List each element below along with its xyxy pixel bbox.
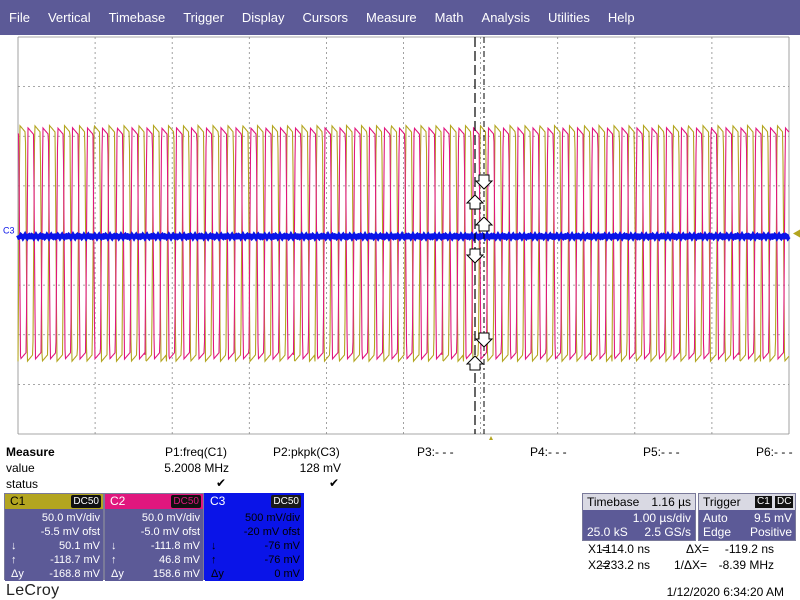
x2-value: -233.2 ns [599,558,650,572]
offset: -20 mV ofst [243,526,300,538]
cursor-up-icon: ↑ [111,554,117,566]
trigger-level-marker-icon[interactable] [793,229,800,238]
dx-label: ΔX= [686,542,710,556]
channel-c1-descriptor[interactable]: C1 DC50 50.0 mV/div -5.5 mV ofst ↓ 50.1 m… [4,493,104,581]
trigger-slope: Positive [749,525,792,539]
param-p1-value: 5.2008 MHz [164,461,229,475]
offset: -5.5 mV ofst [40,526,100,538]
cursor-arrow-down-icon[interactable] [474,174,494,190]
menu-timebase[interactable]: Timebase [109,10,166,25]
offset: -5.0 mV ofst [140,526,200,538]
menu-help[interactable]: Help [608,10,635,25]
cursor-down-icon: ↓ [111,540,117,552]
trigger-source-badge: C1 [755,496,772,508]
menu-vertical[interactable]: Vertical [48,10,91,25]
param-p1-name[interactable]: P1:freq(C1) [165,445,227,459]
channel-name: C1 [10,494,26,508]
coupling-badge: DC50 [71,495,101,508]
cursor-up-value: -118.7 mV [50,554,100,566]
timebase-tdiv: 1.00 µs/div [632,511,691,525]
cursor-up-icon: ↑ [211,554,217,566]
volts-per-div: 50.0 mV/div [41,512,100,524]
param-p1-status-icon: ✔ [216,476,227,490]
c3-trace [16,230,791,242]
trigger-descriptor[interactable]: Trigger C1 DC Auto 9.5 mV Edge Positive [698,493,796,541]
timebase-delay: 1.16 µs [651,495,691,509]
delta-y-label: Δy [111,568,124,580]
trigger-mode: Auto [703,511,728,525]
trigger-level: 9.5 mV [753,511,792,525]
inverse-dx-value: -8.39 MHz [718,558,774,572]
channel-c2-descriptor[interactable]: C2 DC50 50.0 mV/div -5.0 mV ofst ↓ -111.8… [104,493,204,581]
cursor-readout: X1= -114.0 ns ΔX= -119.2 ns X2= -233.2 n… [582,542,800,576]
coupling-badge: DC50 [271,495,301,508]
dx-value: -119.2 ns [724,542,774,556]
param-p2-value: 128 mV [299,461,341,475]
coupling-badge: DC50 [171,495,201,508]
channel-c3-descriptor[interactable]: C3 DC50 500 mV/div -20 mV ofst ↓ -76 mV ↑… [204,493,304,581]
menu-measure[interactable]: Measure [366,10,417,25]
waveform-grid[interactable]: C3 [0,35,800,440]
delta-y-value: -168.8 mV [49,568,100,580]
trigger-coupling-badge: DC [775,496,794,508]
timebase-descriptor[interactable]: Timebase 1.16 µs 1.00 µs/div 25.0 kS 2.5… [582,493,696,541]
delta-y-value: 0 mV [274,568,300,580]
delta-y-label: Δy [11,568,24,580]
param-p2-name[interactable]: P2:pkpk(C3) [273,445,340,459]
cursor-down-icon: ↓ [211,540,217,552]
cursor-down-value: 50.1 mV [59,540,100,552]
param-p5-name[interactable]: P5:- - - [643,445,680,459]
menu-cursors[interactable]: Cursors [303,10,349,25]
cursor-up-value: -76 mV [264,554,300,566]
channel-name: C2 [110,494,126,508]
cursor-up-icon: ↑ [11,554,17,566]
volts-per-div: 500 mV/div [244,512,300,524]
measure-value-label: value [6,461,35,475]
param-p4-name[interactable]: P4:- - - [530,445,567,459]
cursor-arrow-up-icon[interactable] [474,216,494,232]
timebase-title: Timebase [587,495,640,509]
delta-y-label: Δy [211,568,224,580]
cursor-up-value: 46.8 mV [159,554,200,566]
timestamp: 1/12/2020 6:34:20 AM [666,585,784,599]
cursor-down-icon: ↓ [11,540,17,552]
measure-status-label: status [6,477,39,491]
menu-file[interactable]: File [9,10,30,25]
scope-display[interactable]: C3 [0,35,800,440]
inverse-dx-label: 1/ΔX= [674,558,708,572]
cursor-down-value: -76 mV [264,540,300,552]
delta-y-value: 158.6 mV [152,568,200,580]
volts-per-div: 50.0 mV/div [141,512,200,524]
lecroy-logo: LeCroy [6,582,60,599]
trigger-title: Trigger [703,495,741,509]
menu-analysis[interactable]: Analysis [482,10,530,25]
trigger-position-marker-icon[interactable] [488,436,494,440]
cursor-down-value: -111.8 mV [150,540,200,552]
measure-title: Measure [6,445,55,459]
menu-bar: File Vertical Timebase Trigger Display Cursor… [0,0,800,35]
x1-value: -114.0 ns [600,542,650,556]
menu-display[interactable]: Display [242,10,285,25]
trigger-type: Edge [703,525,732,539]
menu-utilities[interactable]: Utilities [548,10,590,25]
menu-math[interactable]: Math [435,10,464,25]
channel-name: C3 [210,494,226,508]
param-p3-name[interactable]: P3:- - - [417,445,454,459]
param-p2-status-icon: ✔ [329,476,340,490]
param-p6-name[interactable]: P6:- - - [756,445,793,459]
measure-table[interactable]: Measure value status P1:freq(C1) 5.2008 … [0,442,800,492]
c3-ground-marker[interactable]: C3 [3,225,15,235]
timebase-sample-rate: 2.5 GS/s [644,525,691,539]
timebase-samples: 25.0 kS [587,525,628,539]
menu-trigger[interactable]: Trigger [183,10,224,25]
